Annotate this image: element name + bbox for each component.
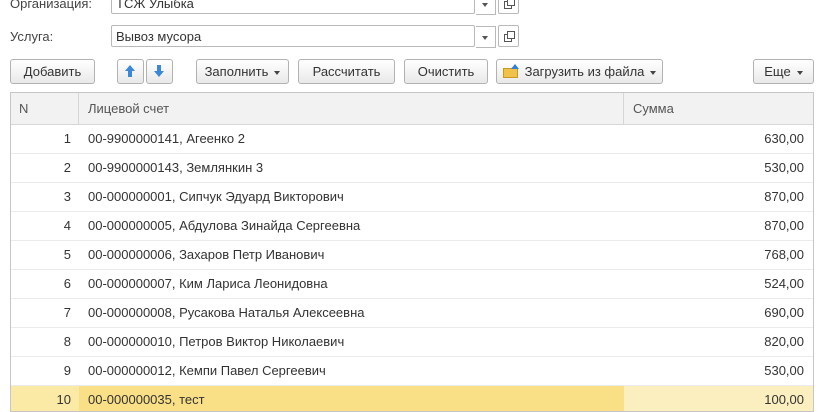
sum-cell[interactable]: 870,00 [623,183,804,212]
row-number-cell[interactable]: 5 [11,241,71,270]
move-down-button[interactable] [146,59,173,84]
table-row[interactable]: 10 00-000000035, тест 100,00 [11,386,813,411]
account-cell[interactable]: 00-000000005, Абдулова Зинайда Сергеевна [88,212,618,241]
row-number-cell[interactable]: 3 [11,183,71,212]
organization-field[interactable]: ТСЖ Улыбка [111,0,496,15]
column-header-account[interactable]: Лицевой счет [78,93,624,125]
calculate-button[interactable]: Рассчитать [298,59,395,84]
account-cell[interactable]: 00-000000008, Русакова Наталья Алексеевн… [88,299,618,328]
account-cell[interactable]: 00-000000007, Ким Лариса Леонидовна [88,270,618,299]
table-row[interactable]: 6 00-000000007, Ким Лариса Леонидовна 524,… [11,270,813,299]
calculate-button-label: Рассчитать [312,64,381,79]
fill-button-label: Заполнить [204,64,269,79]
sum-cell[interactable]: 524,00 [623,270,804,299]
accounts-table[interactable]: N Лицевой счет Сумма 1 00-9900000141, Аге… [10,92,814,412]
service-open-button[interactable] [498,25,519,47]
table-row[interactable]: 5 00-000000006, Захаров Петр Иванович 768,… [11,241,813,270]
add-button-label: Добавить [23,64,82,79]
open-form-icon [504,0,515,9]
account-cell[interactable]: 00-9900000141, Агеенко 2 [88,125,618,154]
row-number-cell[interactable]: 6 [11,270,71,299]
row-number-cell[interactable]: 4 [11,212,71,241]
table-row[interactable]: 4 00-000000005, Абдулова Зинайда Сергеевн… [11,212,813,241]
column-header-n-label: N [19,101,29,116]
table-row[interactable]: 8 00-000000010, Петров Виктор Николаевич 8… [11,328,813,357]
sum-cell[interactable]: 530,00 [623,357,804,386]
service-dropdown-button[interactable] [476,26,496,48]
organization-open-button[interactable] [498,0,519,14]
column-header-sum-label: Сумма [633,101,674,116]
column-header-account-label: Лицевой счет [88,101,170,116]
fill-button[interactable]: Заполнить [196,59,289,84]
row-number-cell[interactable]: 2 [11,154,71,183]
chevron-down-icon [274,70,281,75]
service-value: Вывоз мусора [116,29,202,44]
move-up-button[interactable] [117,59,144,84]
clear-button-label: Очистить [417,64,475,79]
column-header-sum[interactable]: Сумма [623,93,813,125]
organization-value: ТСЖ Улыбка [116,0,194,11]
more-button[interactable]: Еще [753,59,814,84]
sum-cell[interactable]: 870,00 [623,212,804,241]
row-number-cell[interactable]: 1 [11,125,71,154]
account-cell[interactable]: 00-000000035, тест [88,386,618,411]
sum-cell[interactable]: 820,00 [623,328,804,357]
table-row[interactable]: 1 00-9900000141, Агеенко 2 630,00 [11,125,813,154]
account-cell[interactable]: 00-000000006, Захаров Петр Иванович [88,241,618,270]
row-number-cell[interactable]: 9 [11,357,71,386]
organization-dropdown-button[interactable] [476,0,496,15]
table-row[interactable]: 7 00-000000008, Русакова Наталья Алексеев… [11,299,813,328]
account-cell[interactable]: 00-9900000143, Землянкин 3 [88,154,618,183]
sum-cell[interactable]: 690,00 [623,299,804,328]
open-form-icon [504,31,515,42]
account-cell[interactable]: 00-000000010, Петров Виктор Николаевич [88,328,618,357]
row-number-cell[interactable]: 8 [11,328,71,357]
sum-cell[interactable]: 530,00 [623,154,804,183]
account-cell[interactable]: 00-000000012, Кемпи Павел Сергеевич [88,357,618,386]
organization-label: Организация: [10,0,93,11]
sum-cell[interactable]: 768,00 [623,241,804,270]
more-button-label: Еще [764,64,791,79]
folder-upload-icon [503,64,519,78]
sum-cell[interactable]: 100,00 [623,386,804,411]
arrow-up-icon [125,65,135,78]
clear-button[interactable]: Очистить [404,59,488,84]
chevron-down-icon [796,70,803,75]
chevron-down-icon [650,70,657,75]
account-cell[interactable]: 00-000000001, Сипчук Эдуард Викторович [88,183,618,212]
table-row[interactable]: 3 00-000000001, Сипчук Эдуард Викторович 8… [11,183,813,212]
service-field[interactable]: Вывоз мусора [111,25,496,48]
sum-cell[interactable]: 630,00 [623,125,804,154]
row-number-cell[interactable]: 10 [11,386,71,411]
arrow-down-icon [154,65,164,78]
table-row[interactable]: 9 00-000000012, Кемпи Павел Сергеевич 530,… [11,357,813,386]
load-from-file-label: Загрузить из файла [524,64,645,79]
add-button[interactable]: Добавить [10,59,95,84]
table-header: N Лицевой счет Сумма [11,93,813,125]
load-from-file-button[interactable]: Загрузить из файла [496,59,663,84]
row-number-cell[interactable]: 7 [11,299,71,328]
service-label: Услуга: [10,29,54,44]
column-header-n[interactable]: N [19,93,79,125]
table-row[interactable]: 2 00-9900000143, Землянкин 3 530,00 [11,154,813,183]
